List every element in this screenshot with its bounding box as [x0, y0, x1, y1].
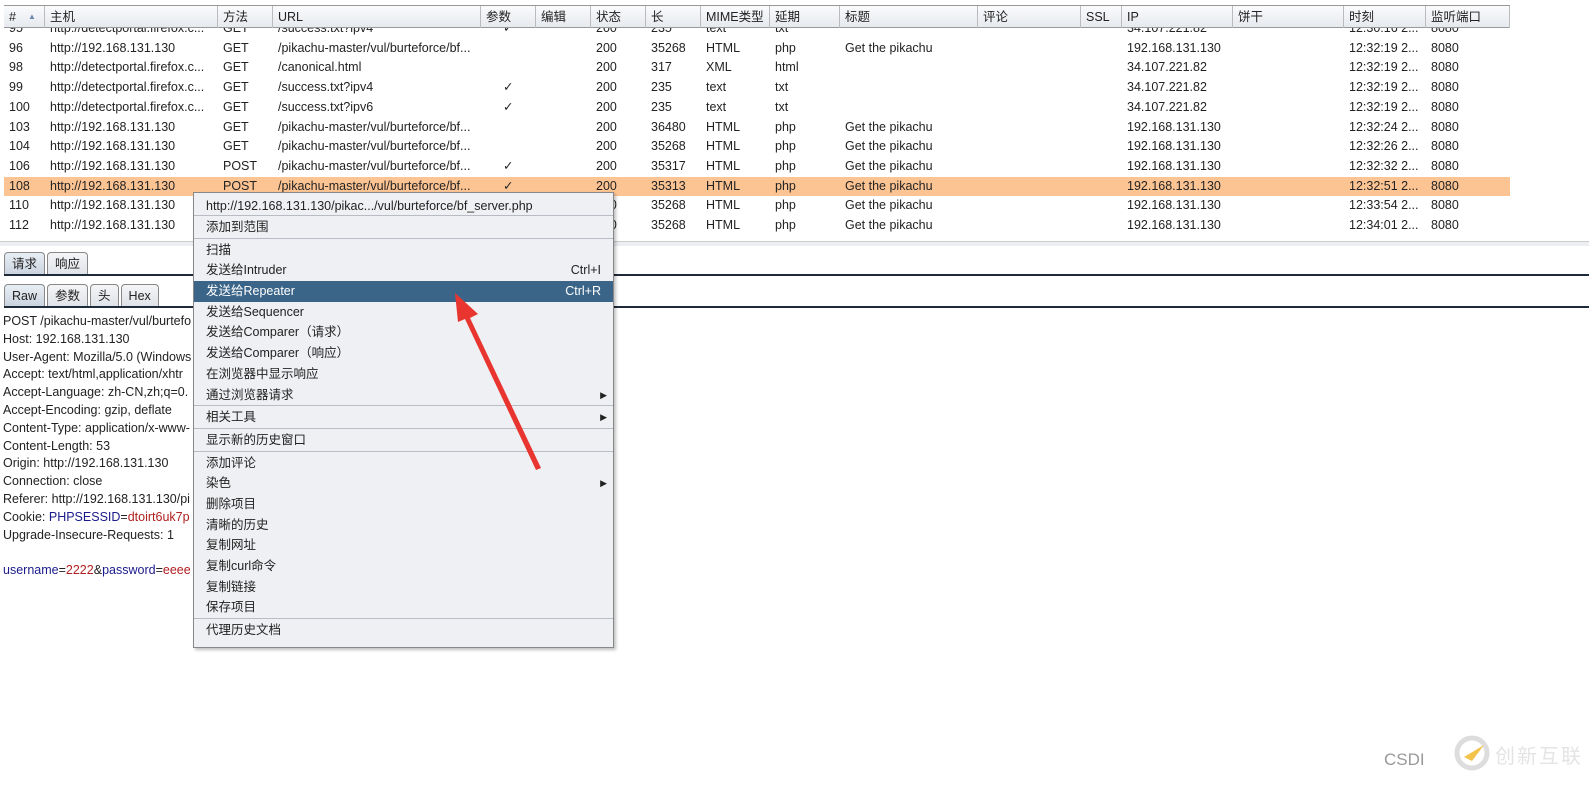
red-arrow-annotation [455, 293, 541, 470]
